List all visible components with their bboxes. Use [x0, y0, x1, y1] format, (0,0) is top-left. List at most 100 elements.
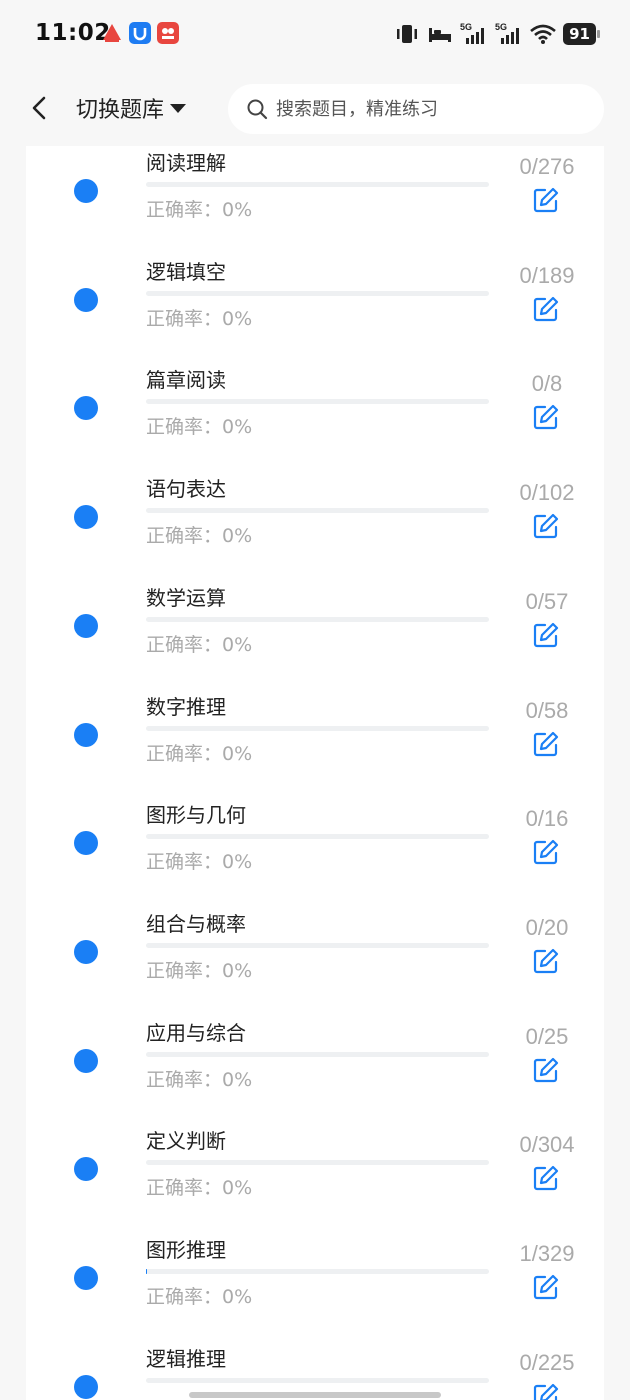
edit-icon — [532, 296, 560, 327]
progress-bar — [146, 1051, 489, 1057]
edit-icon — [532, 622, 560, 653]
category-row[interactable]: 组合与概率 正确率：0% 0/20 — [26, 898, 604, 1007]
progress-bar — [146, 834, 489, 840]
search-icon — [247, 99, 268, 120]
progress-bar — [146, 399, 489, 405]
progress-bar — [146, 616, 489, 622]
accuracy-text: 正确率：0% — [146, 416, 253, 439]
practice-button[interactable] — [532, 838, 560, 866]
home-indicator[interactable] — [189, 1392, 441, 1398]
progress-bar — [146, 1160, 489, 1166]
practice-button[interactable] — [532, 1382, 560, 1400]
practice-button[interactable] — [532, 1164, 560, 1192]
status-dot — [74, 1374, 98, 1399]
status-dot — [74, 179, 98, 203]
accuracy-text: 正确率：0% — [146, 851, 253, 874]
search-bar[interactable] — [228, 84, 604, 134]
edit-icon — [532, 840, 560, 870]
switch-question-bank-dropdown[interactable]: 切换题库 — [76, 92, 187, 124]
search-input[interactable] — [276, 98, 596, 120]
answered-count: 0/57 — [525, 588, 569, 614]
edit-icon — [532, 1057, 560, 1088]
status-dot — [74, 1157, 98, 1182]
category-title: 组合与概率 — [146, 911, 246, 936]
accuracy-text: 正确率：0% — [146, 525, 253, 548]
edit-icon — [532, 1383, 560, 1400]
category-row[interactable]: 阅读理解 正确率：0% 0/276 — [26, 146, 604, 246]
status-icons: 5G 5G 91 — [394, 22, 600, 46]
screen: 11:02 5G 5G 91 切换题库 搜索题目，精准练习 阅读理解 正确率：0… — [0, 0, 630, 1400]
progress-bar — [146, 1377, 489, 1383]
vibrate-icon — [394, 23, 420, 45]
accuracy-text: 正确率：0% — [146, 307, 253, 330]
practice-button[interactable] — [532, 1273, 560, 1301]
category-row[interactable]: 篇章阅读 正确率：0% 0/8 — [26, 354, 604, 463]
category-title: 阅读理解 — [146, 151, 226, 175]
edit-icon — [532, 405, 560, 435]
category-title: 定义判断 — [146, 1129, 226, 1154]
chevron-left-icon — [32, 96, 46, 120]
category-row[interactable]: 数字推理 正确率：0% 0/58 — [26, 681, 604, 790]
category-title: 逻辑推理 — [146, 1346, 226, 1371]
notification-app-icon — [157, 22, 179, 44]
practice-button[interactable] — [532, 295, 560, 323]
answered-count: 0/304 — [519, 1132, 575, 1158]
practice-button[interactable] — [532, 730, 560, 758]
status-dot — [74, 1048, 98, 1073]
answered-count: 0/102 — [519, 480, 575, 506]
progress-bar — [146, 290, 489, 296]
answered-count: 0/225 — [519, 1349, 575, 1375]
status-dot — [74, 831, 98, 856]
accuracy-text: 正确率：0% — [146, 742, 253, 765]
caret-down-icon — [170, 103, 187, 113]
wifi-icon — [530, 23, 556, 45]
status-bar: 11:02 5G 5G 91 — [0, 0, 630, 70]
practice-button[interactable] — [532, 947, 560, 975]
top-bar: 切换题库 — [0, 72, 630, 144]
progress-bar — [146, 508, 489, 514]
battery-indicator: 91 — [563, 23, 600, 45]
category-row[interactable]: 图形与几何 正确率：0% 0/16 — [26, 789, 604, 898]
practice-button[interactable] — [532, 512, 560, 540]
category-row[interactable]: 逻辑推理 0/225 — [26, 1333, 604, 1400]
answered-count: 0/189 — [519, 262, 575, 288]
category-row[interactable]: 逻辑填空正确率：0% 0/189 — [26, 246, 604, 355]
sleep-bed-icon — [427, 24, 453, 44]
switch-question-bank-label: 切换题库 — [76, 98, 165, 123]
status-dot — [74, 287, 98, 312]
category-row[interactable]: 语句表达正确率：0% 0/102 — [26, 463, 604, 572]
cell-signal-icon: 5G — [460, 22, 488, 46]
category-row[interactable]: 图形推理 正确率：0% 1/329 — [26, 1224, 604, 1333]
answered-count: 0/276 — [519, 154, 575, 179]
progress-fill — [146, 1269, 147, 1274]
edit-icon — [532, 1274, 560, 1305]
answered-count: 0/58 — [525, 697, 569, 723]
status-dot — [74, 505, 98, 530]
net-5g-label: 5G — [460, 22, 472, 32]
category-title: 图形与几何 — [146, 803, 246, 828]
category-row[interactable]: 数学运算 正确率：0% 0/57 — [26, 572, 604, 681]
category-row[interactable]: 应用与综合 正确率：0% 0/25 — [26, 1007, 604, 1116]
progress-bar — [146, 1269, 489, 1274]
edit-icon — [532, 1166, 560, 1196]
practice-button[interactable] — [532, 186, 560, 214]
accuracy-text: 正确率：0% — [146, 959, 253, 982]
practice-button[interactable] — [532, 1056, 560, 1084]
net-5g-label: 5G — [495, 22, 507, 32]
category-title: 逻辑填空 — [146, 259, 226, 284]
progress-bar — [146, 942, 489, 948]
category-row[interactable]: 定义判断 正确率：0% 0/304 — [26, 1115, 604, 1224]
answered-count: 0/25 — [525, 1023, 569, 1049]
category-title: 语句表达 — [146, 477, 226, 502]
category-title: 篇章阅读 — [146, 368, 226, 393]
status-dot — [74, 613, 98, 638]
category-title: 图形推理 — [146, 1238, 226, 1262]
progress-bar — [146, 725, 489, 731]
status-dot — [74, 722, 98, 747]
practice-button[interactable] — [532, 621, 560, 649]
back-button[interactable] — [22, 90, 58, 126]
accuracy-text: 正确率：0% — [146, 633, 253, 656]
status-dot — [74, 396, 98, 421]
answered-count: 1/329 — [519, 1241, 575, 1266]
practice-button[interactable] — [532, 403, 560, 431]
